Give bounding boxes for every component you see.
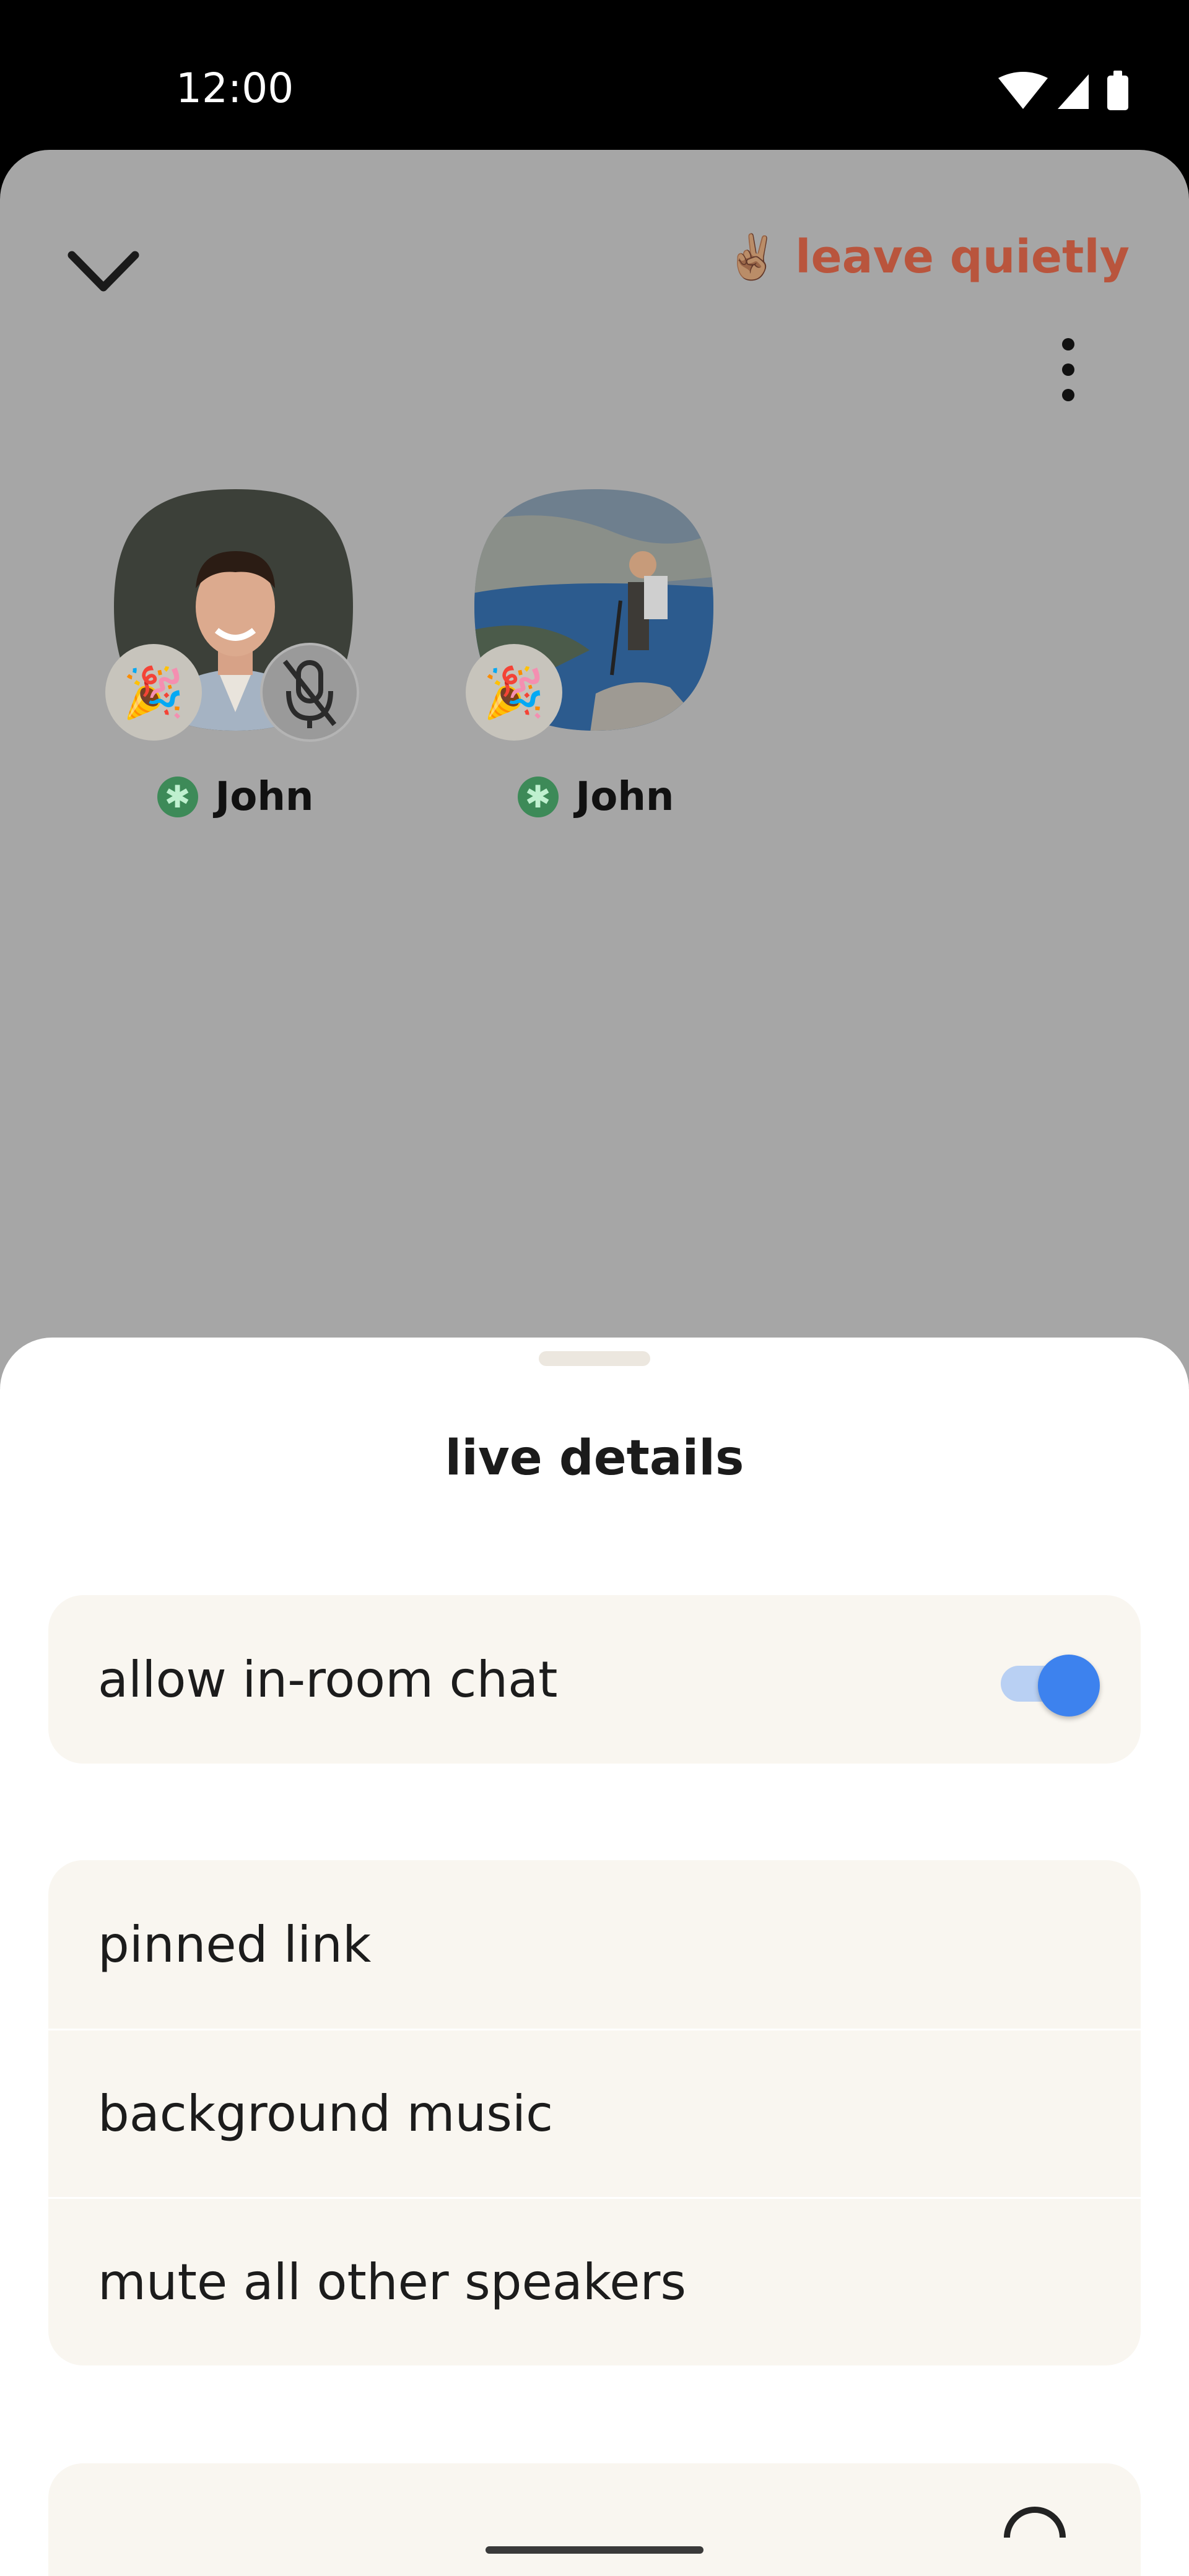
pinned-link-row[interactable]: pinned link <box>48 1860 1141 2029</box>
sheet-title: live details <box>445 1430 744 1486</box>
peace-hand-icon: ✌🏽 <box>725 231 780 282</box>
leave-quietly-label: leave quietly <box>795 230 1130 284</box>
battery-icon <box>1107 71 1128 110</box>
toggle-thumb <box>1038 1655 1100 1717</box>
room-screen: ✌🏽 leave quietly 🎉 ✱ John 🎉 ✱ John <box>0 150 1189 1388</box>
svg-text:🎉: 🎉 <box>483 664 545 722</box>
mute-speakers-label: mute all other speakers <box>98 2253 687 2311</box>
mic-off-icon <box>260 643 359 742</box>
status-icons <box>998 71 1128 110</box>
wifi-icon <box>998 72 1048 109</box>
sheet-drag-handle[interactable] <box>539 1351 650 1366</box>
more-options-icon[interactable] <box>1053 336 1084 404</box>
allow-chat-toggle[interactable] <box>1001 1655 1100 1717</box>
background-music-row[interactable]: background music <box>48 2029 1141 2197</box>
speaker-avatar: 🎉 <box>466 489 713 741</box>
background-music-label: background music <box>98 2085 554 2143</box>
party-popper-icon: 🎉 <box>466 644 562 741</box>
leave-quietly-button[interactable]: ✌🏽 leave quietly <box>725 230 1130 284</box>
online-status-icon: ✱ <box>157 777 198 817</box>
speaker-name-row: ✱ John <box>466 774 726 820</box>
speaker-name-row: ✱ John <box>105 774 365 820</box>
gesture-nav-bar[interactable] <box>486 2546 703 2554</box>
room-options-card: pinned link background music mute all ot… <box>48 1860 1141 2365</box>
speaker-name: John <box>575 774 674 820</box>
allow-chat-label: allow in-room chat <box>98 1650 558 1708</box>
online-status-icon: ✱ <box>517 777 559 817</box>
speaker-avatar: 🎉 <box>105 489 359 742</box>
party-popper-icon: 🎉 <box>105 644 202 741</box>
signal-icon <box>1058 74 1089 109</box>
pinned-link-label: pinned link <box>98 1915 372 1973</box>
live-details-sheet: live details allow in-room chat pinned l… <box>0 1338 1189 2576</box>
chat-settings-card: allow in-room chat <box>48 1595 1141 1764</box>
speaker-name: John <box>215 774 314 820</box>
mute-speakers-row[interactable]: mute all other speakers <box>48 2197 1141 2365</box>
chevron-down-icon[interactable] <box>63 232 144 312</box>
status-time: 12:00 <box>176 64 294 112</box>
svg-text:🎉: 🎉 <box>123 664 185 722</box>
partial-card <box>48 2463 1141 2576</box>
allow-chat-row[interactable]: allow in-room chat <box>48 1595 1141 1764</box>
partial-icon <box>1004 2507 1066 2538</box>
status-bar: 12:00 <box>0 0 1189 149</box>
